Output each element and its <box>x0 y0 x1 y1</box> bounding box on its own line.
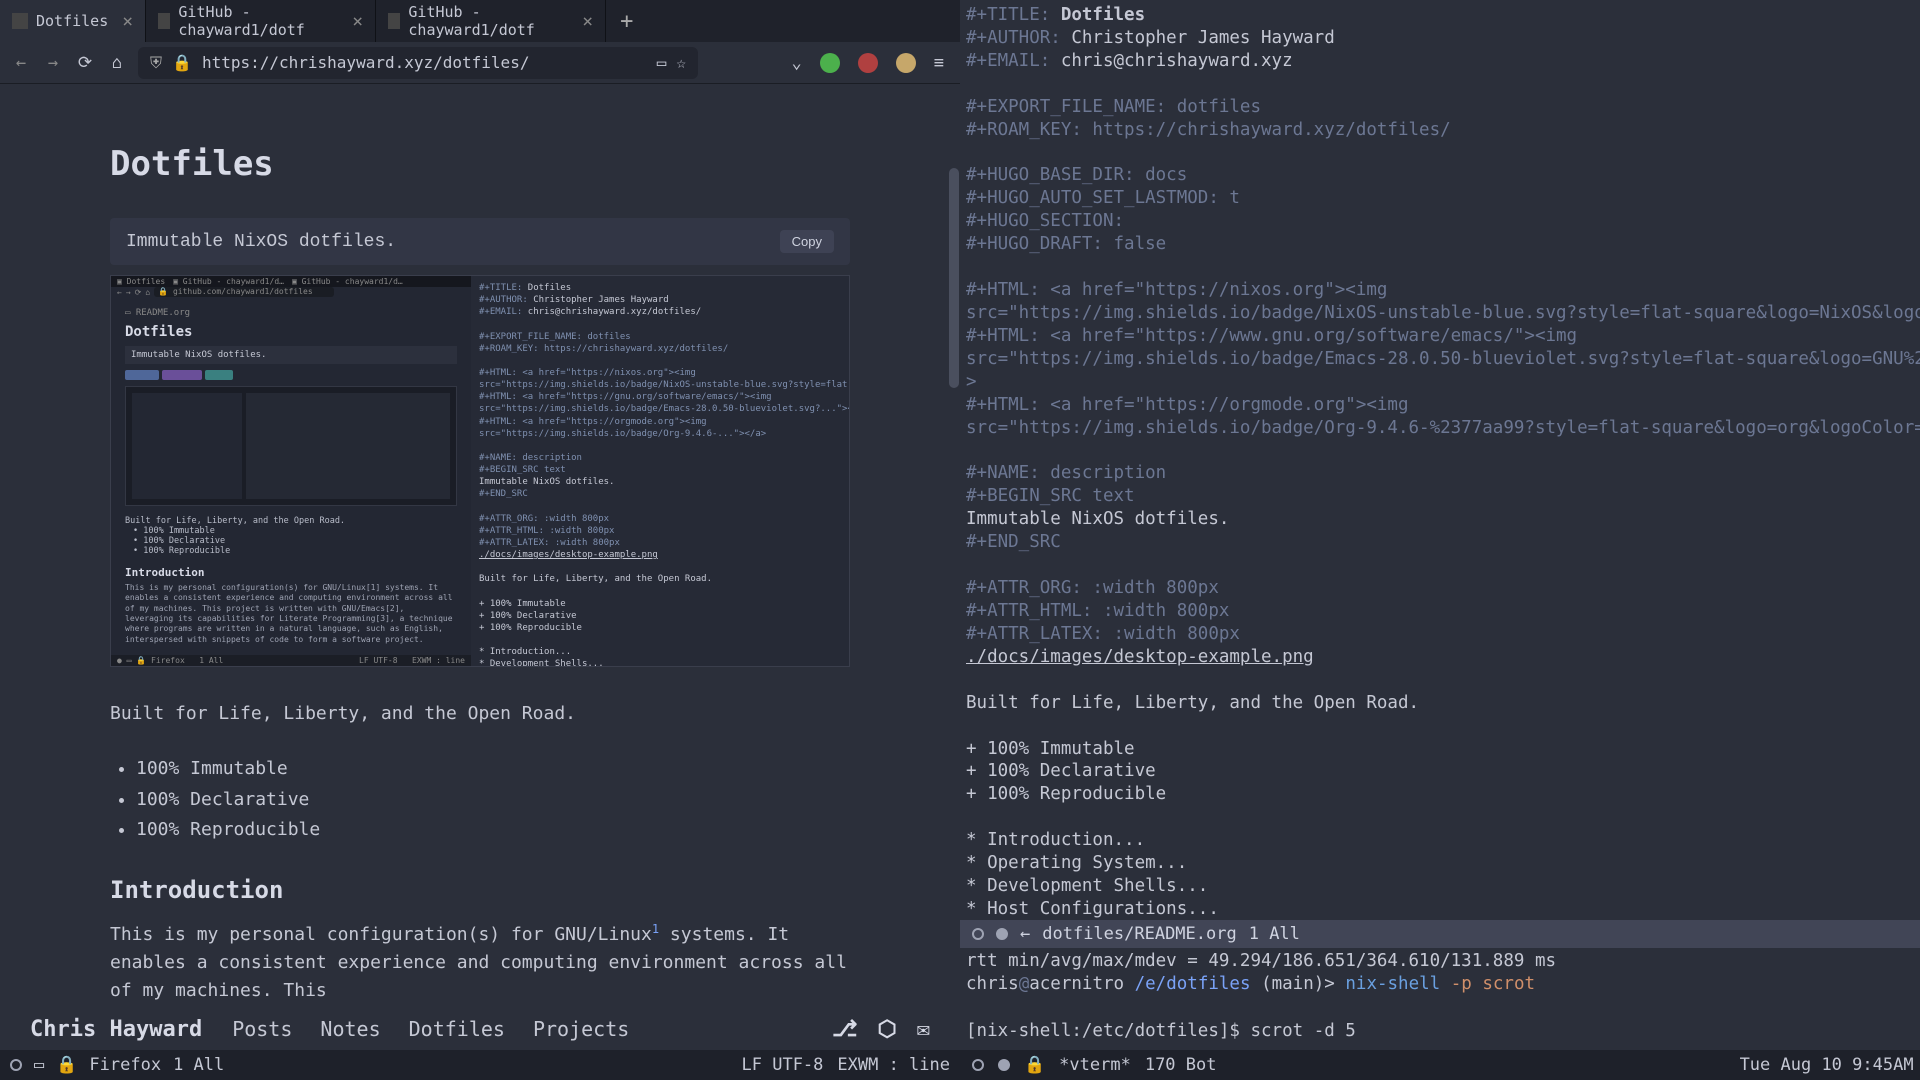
status-icon <box>972 1059 984 1071</box>
lock-icon: 🔒 <box>1024 1055 1045 1075</box>
back-icon: ← <box>1020 924 1030 944</box>
list-item: 100% Reproducible <box>136 815 850 846</box>
code-text: Immutable NixOS dotfiles. <box>126 232 396 252</box>
right-pane-emacs: #+TITLE: Dotfiles #+AUTHOR: Christopher … <box>960 0 1920 1080</box>
address-bar[interactable]: ⛨ 🔒 https://chrishayward.xyz/dotfiles/ ▭… <box>138 47 698 79</box>
url-text: https://chrishayward.xyz/dotfiles/ <box>202 53 530 72</box>
page-content: Dotfiles Immutable NixOS dotfiles. Copy … <box>0 84 960 1004</box>
nav-link[interactable]: Projects <box>533 1017 629 1041</box>
scrollbar[interactable] <box>949 168 959 1000</box>
close-icon[interactable]: × <box>122 11 133 32</box>
footnote-link[interactable]: 1 <box>652 922 659 936</box>
github-icon[interactable]: ⎇ <box>832 1017 857 1042</box>
position: 1 All <box>173 1055 224 1075</box>
favicon-icon <box>12 13 28 29</box>
bookmark-icon[interactable]: ☆ <box>676 53 686 72</box>
status-icon <box>10 1059 22 1071</box>
list-item: 100% Declarative <box>136 785 850 816</box>
reader-icon[interactable]: ▭ <box>657 53 667 72</box>
browser-tab-strip: Dotfiles × GitHub - chayward1/dotf × Git… <box>0 0 960 42</box>
tab-title: GitHub - chayward1/dotf <box>408 3 568 39</box>
close-icon[interactable]: × <box>352 11 363 32</box>
copy-button[interactable]: Copy <box>780 230 834 253</box>
tab-title: Dotfiles <box>36 12 108 30</box>
modeline-left: ▭ 🔒 Firefox 1 All LF UTF-8 EXWM : line <box>0 1050 960 1080</box>
back-icon[interactable]: ← <box>10 53 32 73</box>
favicon-icon <box>158 13 170 29</box>
nav-link[interactable]: Notes <box>320 1017 380 1041</box>
vterm-buffer[interactable]: rtt min/avg/max/mdev = 49.294/186.651/36… <box>960 948 1920 1051</box>
browser-tab-active[interactable]: Dotfiles × <box>0 0 146 42</box>
modeline-vterm: 🔒 *vterm* 170 Bot Tue Aug 10 9:45AM 0.31… <box>960 1050 1920 1080</box>
modified-icon <box>996 928 1008 940</box>
readonly-icon: ▭ <box>34 1055 44 1075</box>
site-navbar: Chris Hayward Posts Notes Dotfiles Proje… <box>0 1004 960 1050</box>
nav-link[interactable]: Posts <box>232 1017 292 1041</box>
extension-icon[interactable] <box>820 53 840 73</box>
description-code-block: Immutable NixOS dotfiles. Copy <box>110 218 850 265</box>
close-icon[interactable]: × <box>582 11 593 32</box>
buffer-name: Firefox <box>89 1055 161 1075</box>
new-tab-button[interactable]: + <box>606 9 647 34</box>
page-title: Dotfiles <box>110 144 850 184</box>
lock-icon[interactable]: 🔒 <box>172 53 192 72</box>
major-mode: EXWM : line <box>837 1055 950 1075</box>
favicon-icon <box>388 13 400 29</box>
browser-tab[interactable]: GitHub - chayward1/dotf × <box>376 0 606 42</box>
mail-icon[interactable]: ✉ <box>917 1017 930 1042</box>
status-icon <box>972 928 984 940</box>
extension-icon[interactable] <box>858 53 878 73</box>
buffer-path: dotfiles/README.org <box>1042 924 1236 944</box>
extension-icon[interactable] <box>896 53 916 73</box>
reload-icon[interactable]: ⟳ <box>74 53 96 73</box>
browser-tab[interactable]: GitHub - chayward1/dotf × <box>146 0 376 42</box>
org-buffer[interactable]: #+TITLE: Dotfiles #+AUTHOR: Christopher … <box>960 0 1920 920</box>
position: 1 All <box>1249 924 1300 944</box>
modified-icon <box>998 1059 1010 1071</box>
buffer-name: *vterm* <box>1059 1055 1131 1075</box>
tagline: Built for Life, Liberty, and the Open Ro… <box>110 703 850 724</box>
modeline-org: ← dotfiles/README.org 1 All LF UTF-8 Org… <box>960 920 1920 948</box>
tab-title: GitHub - chayward1/dotf <box>178 3 338 39</box>
shield-icon[interactable]: ⛨ <box>150 53 162 73</box>
site-name[interactable]: Chris Hayward <box>30 1017 202 1042</box>
section-heading: Introduction <box>110 876 850 904</box>
lock-icon: 🔒 <box>56 1055 77 1075</box>
datetime: Tue Aug 10 9:45AM 0.31 <box>1740 1055 1920 1075</box>
nav-link[interactable]: Dotfiles <box>409 1017 505 1041</box>
left-pane-firefox: Dotfiles × GitHub - chayward1/dotf × Git… <box>0 0 960 1080</box>
gitlab-icon[interactable]: ⬡ <box>878 1017 897 1042</box>
position: 170 Bot <box>1145 1055 1217 1075</box>
feature-list: 100% Immutable 100% Declarative 100% Rep… <box>136 754 850 846</box>
intro-paragraph: This is my personal configuration(s) for… <box>110 920 850 1005</box>
encoding: LF UTF-8 <box>742 1055 824 1075</box>
browser-nav-bar: ← → ⟳ ⌂ ⛨ 🔒 https://chrishayward.xyz/dot… <box>0 42 960 84</box>
home-icon[interactable]: ⌂ <box>106 53 128 73</box>
list-item: 100% Immutable <box>136 754 850 785</box>
menu-icon[interactable]: ≡ <box>934 53 944 73</box>
embedded-screenshot: ▣ Dotfiles▣ GitHub - chayward1/d…▣ GitHu… <box>110 275 850 667</box>
forward-icon: → <box>42 53 64 73</box>
pocket-icon[interactable]: ⌄ <box>792 53 802 73</box>
